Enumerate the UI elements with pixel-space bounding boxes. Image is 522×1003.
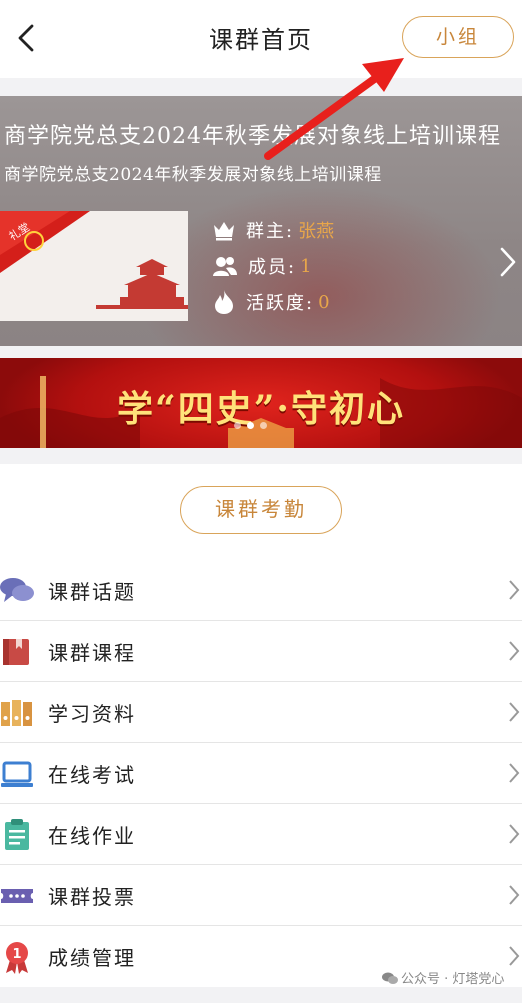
menu-label: 课群课程: [48, 641, 136, 665]
watermark-text: 公众号 · 灯塔党心: [401, 972, 505, 987]
activity-row: 活跃度: 0: [212, 286, 330, 318]
wechat-icon: [382, 972, 398, 984]
menu-label: 学习资料: [48, 702, 136, 726]
members-icon: [213, 257, 237, 276]
course-subtitle: 商学院党总支2024年秋季发展对象线上培训课程: [4, 165, 382, 185]
pagination-dot-active[interactable]: [247, 422, 254, 429]
chevron-right-icon: [509, 885, 520, 905]
owner-label: 群主:: [246, 221, 295, 242]
menu-item-homework[interactable]: 在线作业: [0, 804, 522, 865]
activity-label: 活跃度:: [246, 293, 315, 314]
chevron-right-icon: [509, 763, 520, 783]
svg-text:1: 1: [12, 947, 21, 962]
promo-banner[interactable]: 学“四史”·守初心: [0, 358, 522, 448]
menu-label: 课群话题: [48, 580, 136, 604]
menu-item-topics[interactable]: 课群话题: [0, 560, 522, 621]
menu-item-materials[interactable]: 学习资料: [0, 682, 522, 743]
chevron-right-icon: [509, 641, 520, 661]
menu-item-exam[interactable]: 在线考试: [0, 743, 522, 804]
course-cover-image: 礼堂: [0, 211, 188, 321]
owner-value: 张燕: [298, 221, 335, 242]
watermark: 公众号 · 灯塔党心: [382, 968, 504, 987]
medal-icon: 1: [6, 942, 28, 974]
attendance-button[interactable]: 课群考勤: [180, 486, 342, 534]
flame-icon: [215, 290, 233, 314]
course-card[interactable]: 商学院党总支2024年秋季发展对象线上培训课程 商学院党总支2024年秋季发展对…: [0, 96, 522, 346]
laptop-icon: [1, 761, 33, 787]
binders-icon: [1, 700, 32, 726]
crown-icon: [214, 222, 234, 241]
header-bar: 课群首页 小组: [0, 0, 522, 78]
activity-value: 0: [318, 291, 330, 313]
book-icon: [3, 639, 29, 665]
members-label: 成员:: [248, 257, 297, 278]
clipboard-icon: [5, 819, 29, 850]
members-value: 1: [300, 255, 312, 277]
attendance-section: 课群考勤: [0, 464, 522, 560]
members-row: 成员: 1: [212, 250, 312, 282]
chevron-right-icon: [509, 580, 520, 600]
pagination-dot[interactable]: [234, 422, 241, 429]
chevron-right-icon: [509, 824, 520, 844]
menu-label: 在线作业: [48, 824, 136, 848]
group-button[interactable]: 小组: [402, 16, 514, 58]
menu-item-courses[interactable]: 课群课程: [0, 621, 522, 682]
chevron-right-icon: [509, 946, 520, 966]
owner-row: 群主: 张燕: [212, 214, 334, 246]
menu-label: 成绩管理: [48, 946, 136, 970]
chevron-right-icon: [509, 702, 520, 722]
menu-label: 在线考试: [48, 763, 136, 787]
pagination-dot[interactable]: [260, 422, 267, 429]
menu-item-vote[interactable]: 课群投票: [0, 865, 522, 926]
menu-label: 课群投票: [48, 885, 136, 909]
chevron-right-icon[interactable]: [498, 246, 518, 278]
course-title: 商学院党总支2024年秋季发展对象线上培训课程: [4, 124, 501, 149]
chat-bubbles-icon: [0, 578, 34, 602]
feature-menu: 课群话题 课群课程 学习资料 在线考试 在线作业 课群投票 1 成绩管理: [0, 560, 522, 987]
banner-pagination: [234, 422, 267, 429]
ticket-icon: [1, 889, 33, 903]
